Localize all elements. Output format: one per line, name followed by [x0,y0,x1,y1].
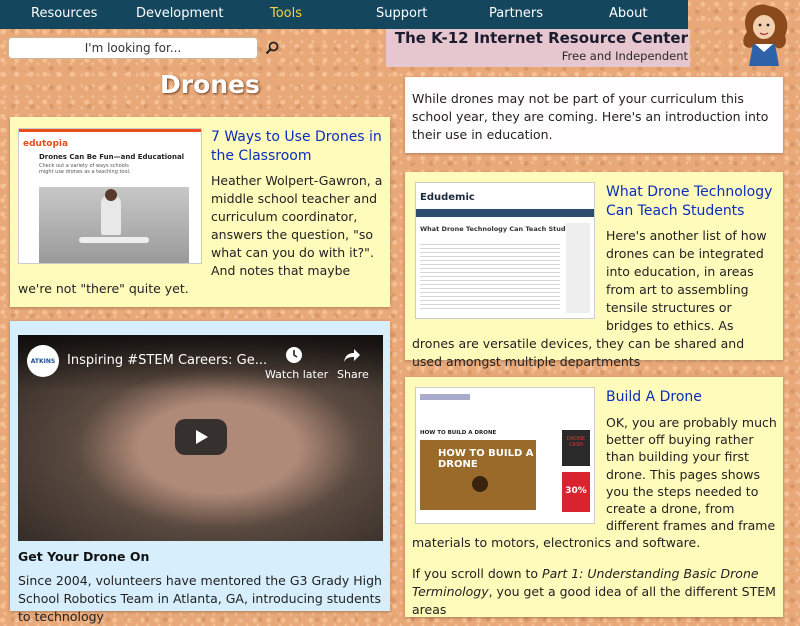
site-header: The K-12 Internet Resource Center Free a… [386,29,690,67]
resource-card-seven-ways: edutopia Drones Can Be Fun—and Education… [10,117,390,307]
search-icon[interactable] [264,40,280,56]
build-more-text: If you scroll down to Part 1: Understand… [412,566,776,617]
video-heading: Get Your Drone On [18,549,150,564]
resource-card-drone-tech: Edudemic What Drone Technology Can Teach… [405,172,783,369]
share-label[interactable]: Share [337,368,369,381]
channel-name: ATKINS [30,357,56,365]
search-input[interactable]: I'm looking for... [8,37,258,59]
drone-tech-description: Here's another list of how drones can be… [412,227,777,371]
build-drone-link[interactable]: Build A Drone [606,388,776,407]
top-nav: Resources Development Tools Support Part… [0,0,688,29]
channel-avatar[interactable]: ATKINS [27,345,59,377]
edutopia-logo: edutopia [23,139,69,149]
video-title[interactable]: Inspiring #STEM Careers: Ge... [67,353,267,368]
nav-resources[interactable]: Resources [31,6,97,21]
play-icon [196,430,208,444]
watch-later-label[interactable]: Watch later [265,368,328,381]
nav-tools[interactable]: Tools [270,6,302,21]
nav-partners[interactable]: Partners [489,6,543,21]
page-title: Drones [160,70,260,99]
watch-later-icon[interactable] [284,345,304,365]
intro-card: While drones may not be part of your cur… [405,77,783,153]
build-description: OK, you are probably much better off buy… [412,414,777,552]
resource-card-video: ATKINS Inspiring #STEM Careers: Ge... Wa… [10,321,390,624]
video-player[interactable]: ATKINS Inspiring #STEM Careers: Ge... Wa… [18,335,383,541]
play-button[interactable] [175,419,227,455]
intro-text: While drones may not be part of your cur… [412,91,769,142]
site-subtitle: Free and Independent [561,49,688,63]
nav-development[interactable]: Development [136,6,224,21]
video-text: Since 2004, volunteers have mentored the… [18,573,382,624]
site-title[interactable]: The K-12 Internet Resource Center [395,29,688,47]
nav-support[interactable]: Support [376,6,427,21]
seven-ways-link[interactable]: 7 Ways to Use Drones in the Classroom [211,128,389,166]
nav-about[interactable]: About [609,6,647,21]
resource-card-build: HOW TO BUILD A DRONE HOW TO BUILD A DRON… [405,377,783,617]
share-icon[interactable] [342,345,362,365]
mascot-girl-logo[interactable] [733,2,795,66]
drone-tech-link[interactable]: What Drone Technology Can Teach Students [606,183,776,221]
edudemic-logo: Edudemic [420,192,475,203]
thumb-headline: Drones Can Be Fun—and Educational [39,153,185,161]
seven-ways-description: Heather Wolpert-Gawron, a middle school … [18,172,383,298]
